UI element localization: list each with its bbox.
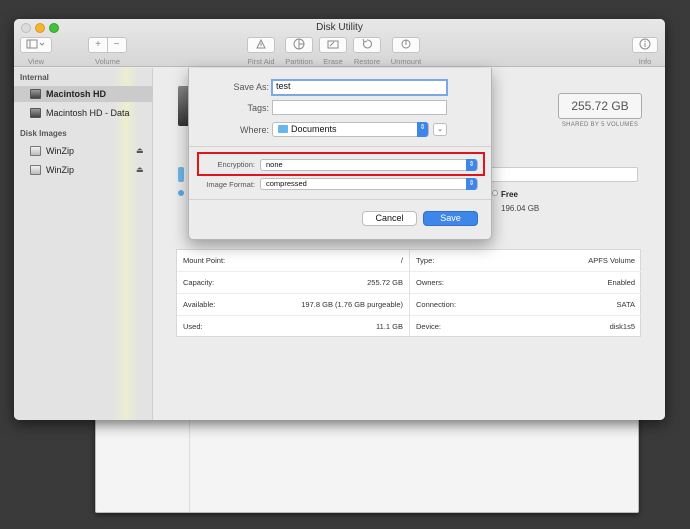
free-legend-dot	[492, 190, 498, 196]
info-row-device: Device: disk1s5	[410, 316, 641, 338]
info-row-type: Type: APFS Volume	[410, 250, 641, 272]
tags-label: Tags:	[247, 103, 269, 113]
sidebar-header-disk-images: Disk Images	[20, 129, 67, 138]
info-value: disk1s5	[609, 322, 635, 331]
info-value: 197.8 GB (1.76 GB purgeable)	[301, 300, 403, 309]
erase-label: Erase	[323, 57, 343, 66]
info-value: Enabled	[607, 278, 635, 287]
save-button[interactable]: Save	[423, 211, 478, 226]
info-icon	[639, 38, 651, 50]
info-value: SATA	[616, 300, 635, 309]
info-key: Capacity:	[183, 278, 215, 287]
free-value: 196.04 GB	[501, 204, 540, 213]
expand-button[interactable]: ⌄	[433, 123, 447, 136]
info-row-used: Used: 11.1 GB	[177, 316, 409, 338]
unmount-button[interactable]	[392, 37, 420, 53]
volume-label: Volume	[94, 57, 121, 66]
used-legend-dot	[178, 190, 184, 196]
info-value: /	[400, 256, 403, 265]
first-aid-icon	[256, 38, 266, 49]
eject-icon[interactable]: ⏏	[136, 143, 144, 159]
image-format-popup[interactable]: compressed ⇕	[260, 178, 478, 190]
info-row-connection: Connection: SATA	[410, 294, 641, 316]
partition-button[interactable]	[285, 37, 313, 53]
cancel-button[interactable]: Cancel	[362, 211, 417, 226]
info-value: APFS Volume	[588, 256, 635, 265]
stepper-icon: ⇕	[466, 178, 477, 190]
restore-icon	[362, 38, 372, 49]
chevron-down-icon: ⌄	[437, 126, 443, 133]
partition-label: Partition	[285, 57, 313, 66]
volume-buttons: + −	[88, 37, 127, 53]
disk-image-icon	[30, 146, 41, 156]
first-aid-label: First Aid	[247, 57, 275, 66]
where-label: Where:	[239, 125, 269, 135]
sidebar-item-label: Macintosh HD	[46, 89, 107, 99]
info-row-owners: Owners: Enabled	[410, 272, 641, 294]
view-button[interactable]	[20, 37, 52, 53]
save-as-input[interactable]: test	[271, 79, 448, 96]
disk-icon	[30, 108, 41, 118]
volume-size-subtitle: SHARED BY 5 VOLUMES	[561, 122, 639, 128]
free-label: Free	[501, 190, 518, 199]
title-bar: Disk Utility View + − Volume First Aid Pa…	[14, 19, 665, 67]
info-button[interactable]	[632, 37, 658, 53]
sidebar-item-label: Macintosh HD - Data	[46, 108, 130, 118]
erase-icon	[327, 40, 339, 49]
restore-label: Restore	[353, 57, 381, 66]
info-key: Mount Point:	[183, 256, 226, 265]
info-key: Available:	[183, 300, 216, 309]
info-key: Type:	[416, 256, 435, 265]
divider	[189, 146, 491, 147]
eject-icon[interactable]: ⏏	[136, 162, 144, 178]
where-popup[interactable]: Documents ⇕	[272, 122, 429, 137]
disk-icon	[30, 89, 41, 99]
divider	[189, 199, 491, 200]
encryption-highlight	[197, 152, 485, 176]
info-value: 11.1 GB	[376, 322, 403, 331]
stepper-icon: ⇕	[417, 122, 428, 137]
where-value: Documents	[291, 124, 337, 134]
erase-button[interactable]	[319, 37, 347, 53]
disk-image-icon	[30, 165, 41, 175]
sidebar: Internal Macintosh HD Macintosh HD - Dat…	[14, 68, 153, 420]
sidebar-item-macintosh-hd[interactable]: Macintosh HD	[14, 86, 153, 102]
info-key: Device:	[416, 322, 442, 331]
view-label: View	[27, 57, 45, 66]
save-dialog: Save As: test Tags: Where: Documents ⇕ ⌄…	[188, 68, 492, 240]
partition-icon	[293, 38, 305, 50]
view-icon	[26, 39, 45, 49]
image-format-value: compressed	[266, 179, 307, 188]
info-label: Info	[638, 57, 652, 66]
folder-icon	[278, 125, 288, 133]
restore-button[interactable]	[353, 37, 381, 53]
save-as-label: Save As:	[233, 82, 269, 92]
sidebar-item-winzip-1[interactable]: WinZip ⏏	[14, 143, 153, 159]
remove-volume-button[interactable]: −	[108, 38, 126, 52]
add-volume-button[interactable]: +	[90, 38, 108, 52]
unmount-label: Unmount	[390, 57, 422, 66]
volume-size: 255.72 GB	[558, 93, 642, 119]
info-row-capacity: Capacity: 255.72 GB	[177, 272, 409, 294]
sidebar-item-label: WinZip	[46, 165, 75, 175]
info-value: 255.72 GB	[367, 278, 403, 287]
volume-info-table: Mount Point: / Capacity: 255.72 GB Avail…	[176, 249, 641, 337]
unmount-icon	[401, 39, 411, 49]
info-key: Connection:	[416, 300, 457, 309]
sidebar-item-winzip-2[interactable]: WinZip ⏏	[14, 162, 153, 178]
info-key: Owners:	[416, 278, 444, 287]
first-aid-button[interactable]	[247, 37, 275, 53]
sidebar-item-label: WinZip	[46, 146, 75, 156]
tags-input[interactable]	[272, 100, 447, 115]
sidebar-header-internal: Internal	[20, 73, 49, 82]
usage-bar	[490, 167, 638, 182]
info-row-mount-point: Mount Point: /	[177, 250, 409, 272]
sidebar-item-macintosh-hd-data[interactable]: Macintosh HD - Data	[14, 105, 153, 121]
window-title: Disk Utility	[316, 22, 363, 33]
image-format-label: Image Format:	[206, 180, 255, 189]
usage-bar-used	[178, 167, 184, 182]
info-row-available: Available: 197.8 GB (1.76 GB purgeable)	[177, 294, 409, 316]
info-key: Used:	[183, 322, 203, 331]
